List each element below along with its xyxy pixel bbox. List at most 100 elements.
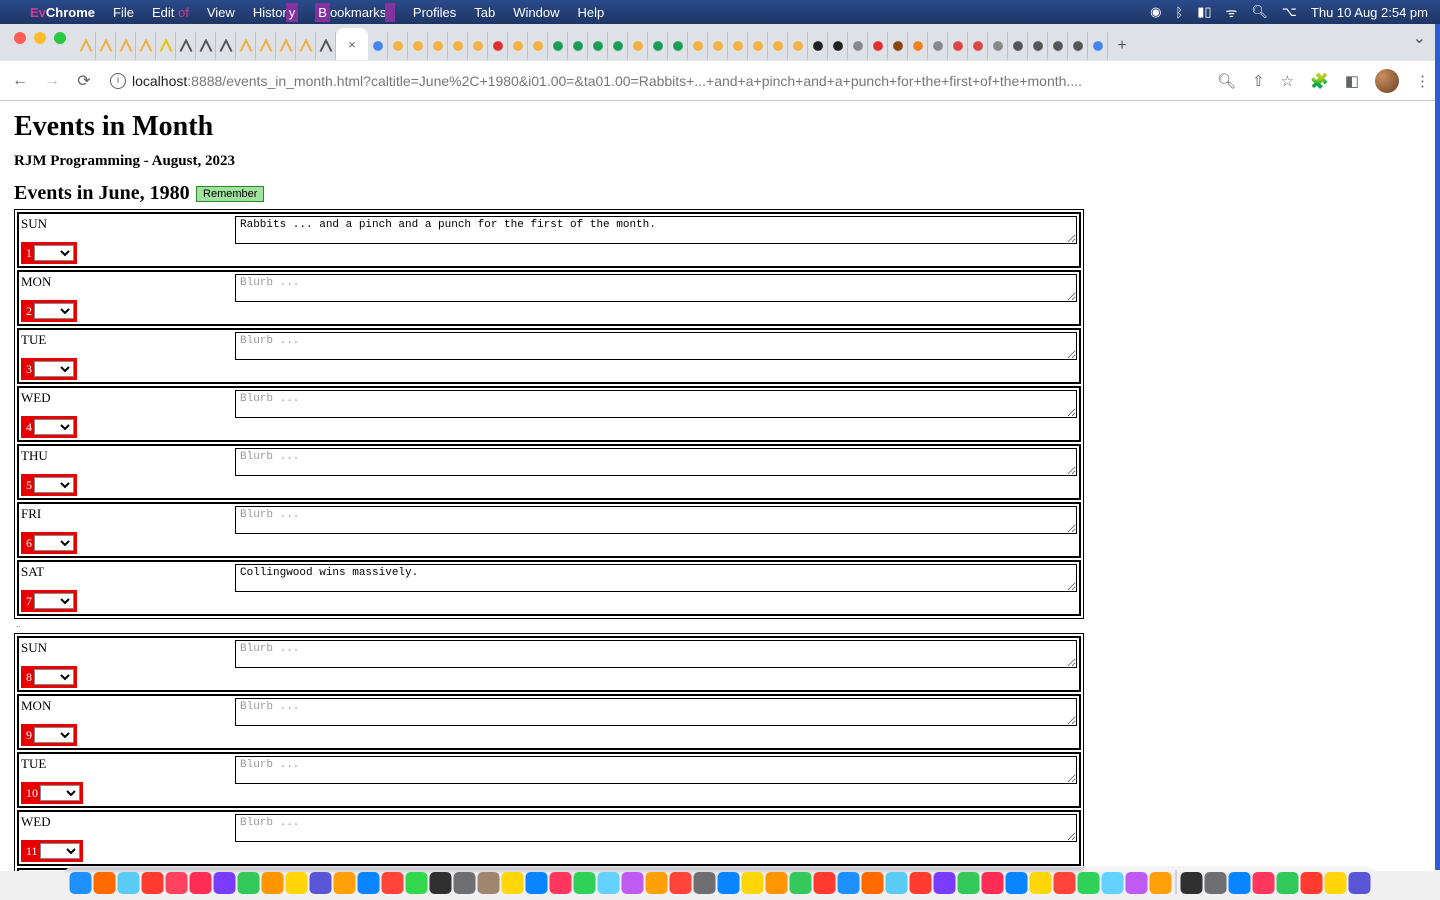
new-tab-button[interactable]: +	[1108, 32, 1136, 60]
dock-app-icon[interactable]	[1325, 872, 1347, 894]
dock-app-icon[interactable]	[550, 872, 572, 894]
dock-app-icon[interactable]	[94, 872, 116, 894]
maximize-window-icon[interactable]	[54, 32, 66, 44]
background-tab[interactable]	[948, 32, 968, 60]
dock-app-icon[interactable]	[430, 872, 452, 894]
dock-app-icon[interactable]	[382, 872, 404, 894]
background-tab[interactable]	[136, 32, 156, 60]
day-blurb-textarea[interactable]	[235, 640, 1077, 668]
dock-app-icon[interactable]	[718, 872, 740, 894]
background-tab[interactable]	[236, 32, 256, 60]
reload-button[interactable]: ⟳	[74, 71, 94, 91]
dock-app-icon[interactable]	[1301, 872, 1323, 894]
background-tab[interactable]	[608, 32, 628, 60]
dock-app-icon[interactable]	[574, 872, 596, 894]
background-tab[interactable]	[388, 32, 408, 60]
background-tab[interactable]	[808, 32, 828, 60]
background-tab[interactable]	[568, 32, 588, 60]
dock-app-icon[interactable]	[310, 872, 332, 894]
bluetooth-icon[interactable]: ᛒ	[1175, 5, 1183, 20]
background-tab[interactable]	[968, 32, 988, 60]
day-time-select[interactable]	[40, 843, 80, 859]
background-tab[interactable]	[448, 32, 468, 60]
background-tab[interactable]	[316, 32, 336, 60]
background-tab[interactable]	[96, 32, 116, 60]
dock-app-icon[interactable]	[1349, 872, 1371, 894]
wifi-icon[interactable]: ᯤ	[1226, 3, 1238, 21]
day-time-select[interactable]	[34, 593, 74, 609]
day-blurb-textarea[interactable]	[235, 756, 1077, 784]
background-tab[interactable]	[176, 32, 196, 60]
dock-app-icon[interactable]	[838, 872, 860, 894]
extensions-icon[interactable]: 🧩	[1310, 72, 1329, 90]
background-tab[interactable]	[628, 32, 648, 60]
dock-app-icon[interactable]	[790, 872, 812, 894]
background-tab[interactable]	[508, 32, 528, 60]
background-tab[interactable]	[708, 32, 728, 60]
dock-app-icon[interactable]	[262, 872, 284, 894]
dock-app-icon[interactable]	[118, 872, 140, 894]
url-field[interactable]: i localhost:8888/events_in_month.html?ca…	[106, 73, 1205, 89]
background-tab[interactable]	[116, 32, 136, 60]
background-tab[interactable]	[848, 32, 868, 60]
background-tab[interactable]	[928, 32, 948, 60]
dock-app-icon[interactable]	[406, 872, 428, 894]
day-blurb-textarea[interactable]	[235, 448, 1077, 476]
dock-app-icon[interactable]	[886, 872, 908, 894]
dock-app-icon[interactable]	[478, 872, 500, 894]
sidepanel-icon[interactable]: ◧	[1345, 72, 1359, 90]
day-time-select[interactable]	[34, 245, 74, 261]
menu-help[interactable]: Help	[578, 5, 605, 20]
back-button[interactable]: ←	[10, 72, 30, 90]
background-tab[interactable]	[548, 32, 568, 60]
bookmark-star-icon[interactable]: ☆	[1281, 72, 1294, 90]
background-tab[interactable]	[156, 32, 176, 60]
dock-app-icon[interactable]	[646, 872, 668, 894]
dock-app-icon[interactable]	[1150, 872, 1172, 894]
dock-app-icon[interactable]	[526, 872, 548, 894]
clock[interactable]: Thu 10 Aug 2:54 pm	[1311, 5, 1428, 20]
dock-app-icon[interactable]	[862, 872, 884, 894]
dock-app-icon[interactable]	[622, 872, 644, 894]
dock-app-icon[interactable]	[670, 872, 692, 894]
day-time-select[interactable]	[34, 419, 74, 435]
background-tab[interactable]	[1048, 32, 1068, 60]
dock-app-icon[interactable]	[238, 872, 260, 894]
menu-edit[interactable]: Edit of	[152, 5, 189, 20]
background-tab[interactable]	[868, 32, 888, 60]
day-blurb-textarea[interactable]	[235, 216, 1077, 244]
day-blurb-textarea[interactable]	[235, 564, 1077, 592]
profile-avatar[interactable]	[1375, 69, 1399, 93]
dock-app-icon[interactable]	[1054, 872, 1076, 894]
dock-app-icon[interactable]	[286, 872, 308, 894]
menu-file[interactable]: File	[113, 5, 134, 20]
background-tab[interactable]	[888, 32, 908, 60]
dock-app-icon[interactable]	[1006, 872, 1028, 894]
remember-button[interactable]: Remember	[196, 186, 264, 202]
dock-app-icon[interactable]	[766, 872, 788, 894]
background-tab[interactable]	[528, 32, 548, 60]
background-tab[interactable]	[296, 32, 316, 60]
dock-app-icon[interactable]	[1205, 872, 1227, 894]
menu-window[interactable]: Window	[513, 5, 559, 20]
dock-app-icon[interactable]	[1078, 872, 1100, 894]
share-icon[interactable]: ⇧	[1252, 72, 1265, 90]
background-tab[interactable]	[788, 32, 808, 60]
battery-icon[interactable]: ▮▯	[1197, 4, 1211, 20]
background-tab[interactable]	[908, 32, 928, 60]
dock-app-icon[interactable]	[934, 872, 956, 894]
background-tab[interactable]	[728, 32, 748, 60]
dock-app-icon[interactable]	[1277, 872, 1299, 894]
dock-app-icon[interactable]	[1126, 872, 1148, 894]
background-tab[interactable]	[468, 32, 488, 60]
day-time-select[interactable]	[34, 361, 74, 377]
dock-app-icon[interactable]	[214, 872, 236, 894]
dock-app-icon[interactable]	[982, 872, 1004, 894]
dock-app-icon[interactable]	[814, 872, 836, 894]
dock-app-icon[interactable]	[694, 872, 716, 894]
background-tab[interactable]	[688, 32, 708, 60]
dock-app-icon[interactable]	[454, 872, 476, 894]
dock-app-icon[interactable]	[1253, 872, 1275, 894]
zoom-icon[interactable]: 🔍︎	[1217, 72, 1236, 90]
dock-app-icon[interactable]	[142, 872, 164, 894]
